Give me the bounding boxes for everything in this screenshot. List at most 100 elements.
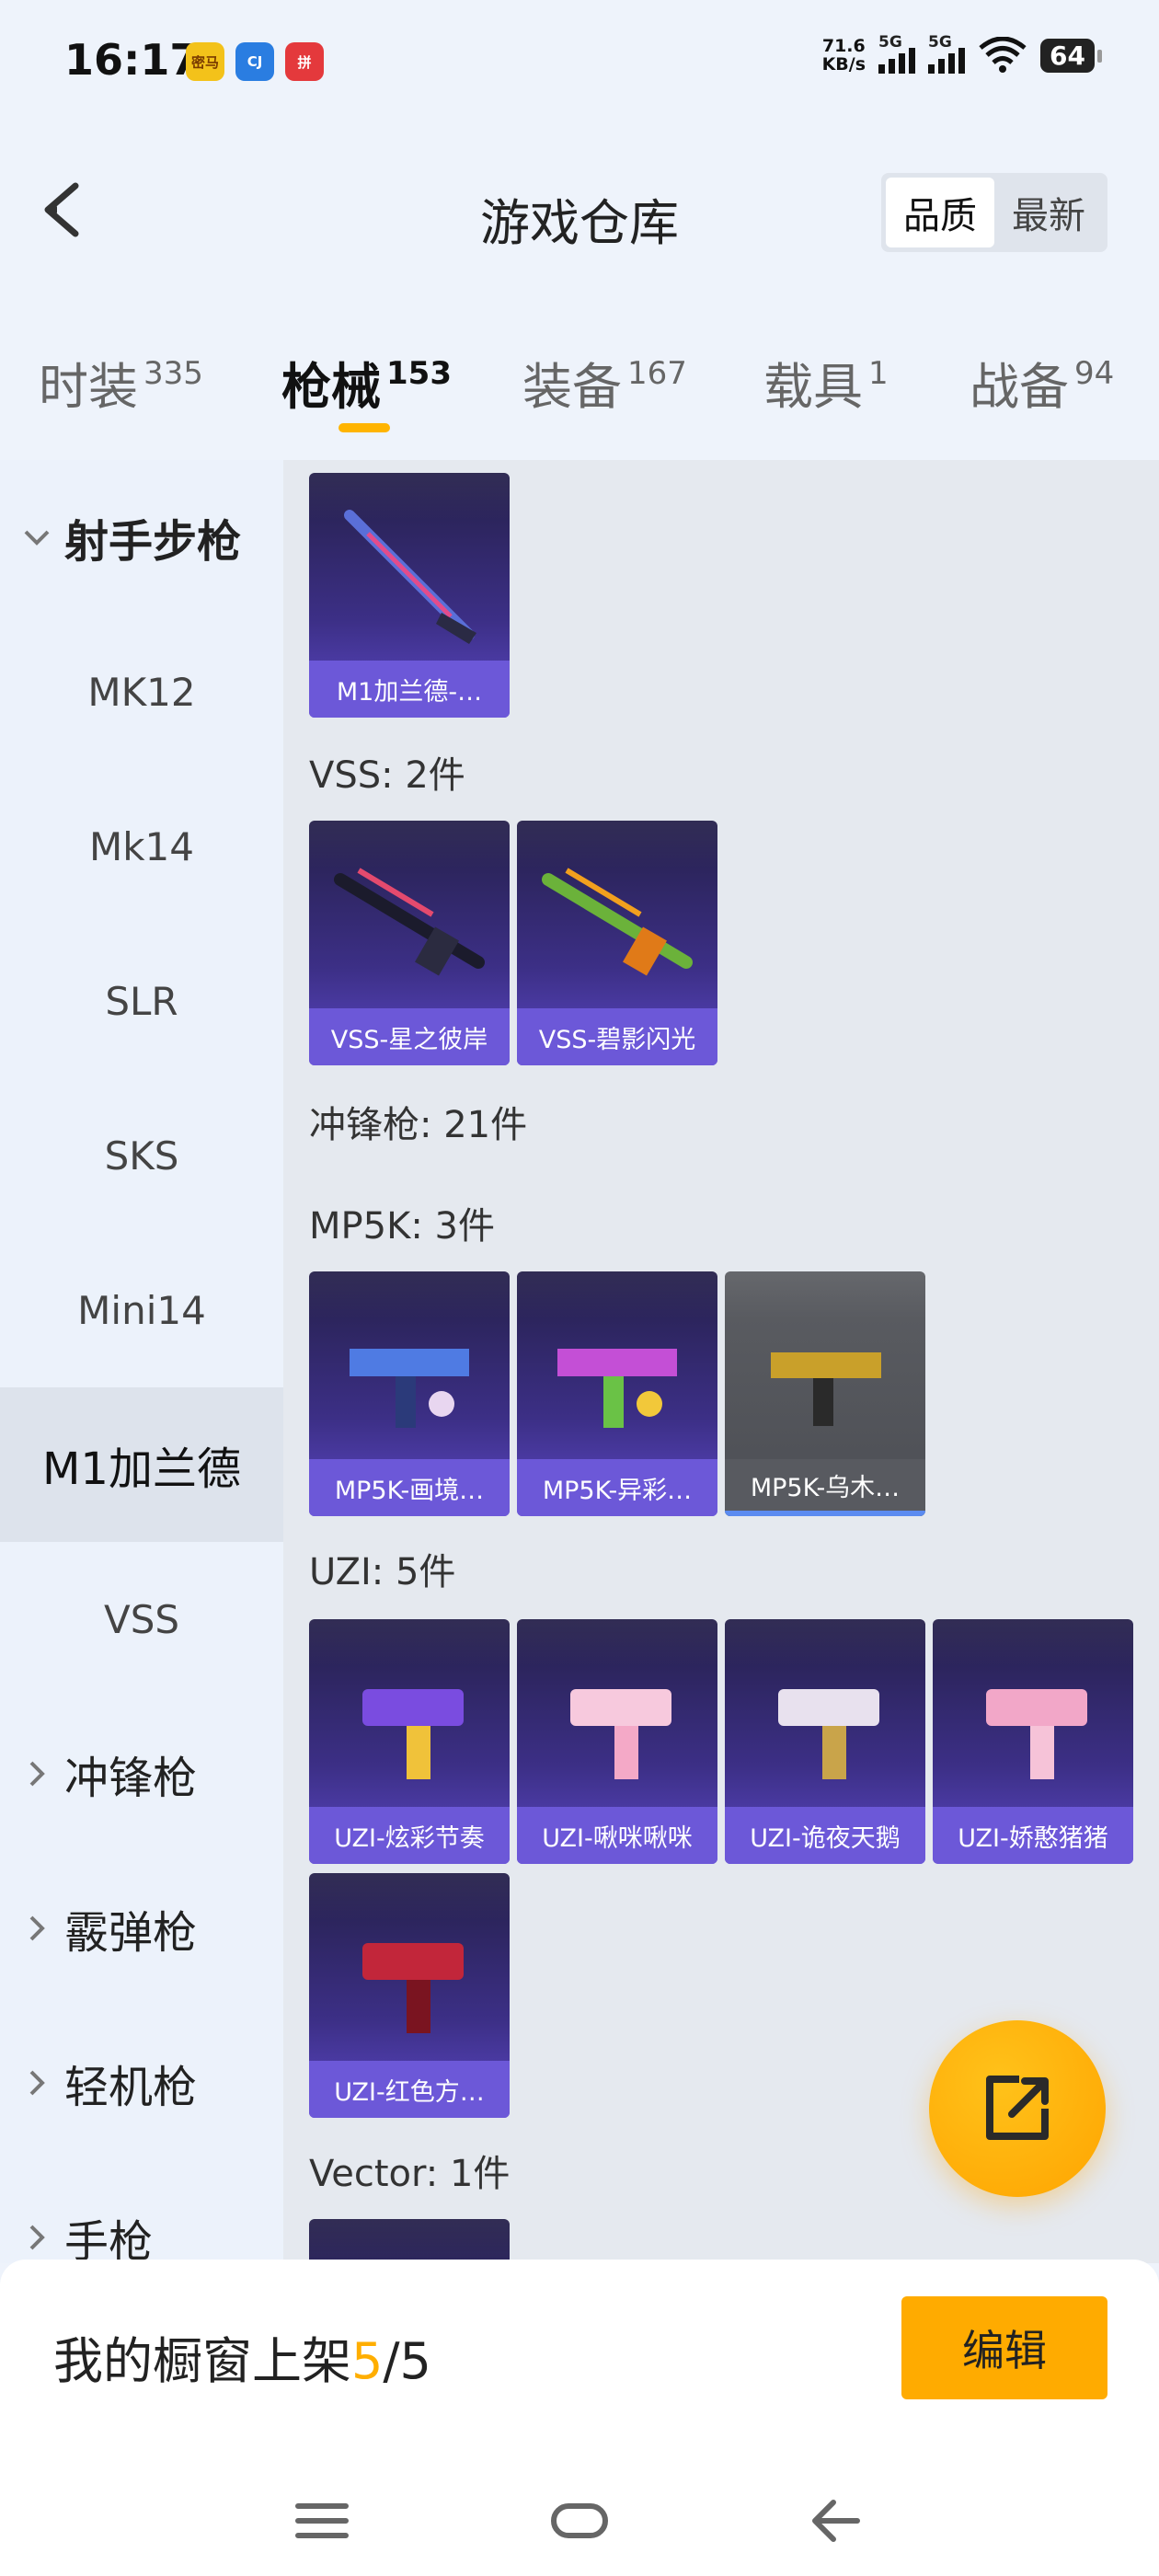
card-title: UZI-诡夜天鹅 [725, 1807, 925, 1864]
card-title: UZI-红色方… [309, 2061, 510, 2118]
sidebar-item-m1-garand[interactable]: M1加兰德 [0, 1387, 283, 1542]
signal-icon-2: 5G [928, 33, 966, 74]
weapon-sidebar: 射手步枪 MK12 Mk14 SLR SKS Mini14 M1加兰德 VSS … [0, 460, 283, 2268]
card-label: M1加兰德-… [336, 677, 483, 707]
sort-toggle: 品质 最新 [881, 173, 1107, 252]
chevron-right-icon [29, 1915, 45, 1941]
sidebar-item-mini14[interactable]: Mini14 [0, 1233, 283, 1387]
tab-count: 153 [386, 355, 452, 392]
app-header: 游戏仓库 品质 最新 [0, 156, 1159, 276]
card-label: VSS-碧影闪光 [538, 1025, 696, 1054]
weapon-card[interactable]: UZI-啾咪啾咪 [517, 1619, 717, 1864]
sidebar-group-lmg[interactable]: 轻机枪 [0, 2006, 283, 2160]
app-icon-blue: CJ [235, 42, 274, 81]
weapon-card[interactable]: UZI-诡夜天鹅 [725, 1619, 925, 1864]
shelf-label: 我的橱窗上架 [53, 2332, 351, 2390]
tab-count: 335 [143, 355, 203, 392]
signal-label: 5G [878, 33, 902, 52]
card-label: UZI-诡夜天鹅 [750, 1823, 901, 1853]
sidebar-group-shotgun[interactable]: 霰弹枪 [0, 1851, 283, 2006]
sidebar-label: 轻机枪 [64, 2062, 198, 2113]
sniper-image [542, 868, 693, 976]
section-label-vss: VSS: 2件 [309, 754, 465, 797]
sidebar-item-sks[interactable]: SKS [0, 1078, 283, 1233]
sidebar-label: 冲锋枪 [64, 1753, 198, 1804]
chevron-right-icon [29, 2225, 45, 2250]
uzi-image [986, 1689, 1087, 1779]
tab-supplies[interactable]: 战备 94 [970, 346, 1114, 419]
weapon-card[interactable]: UZI-红色方… [309, 1873, 510, 2118]
share-icon [986, 2076, 1049, 2140]
sidebar-label: 霰弹枪 [64, 1907, 198, 1959]
sidebar-item-mk14[interactable]: Mk14 [0, 769, 283, 924]
signal-icon: 5G [878, 33, 916, 74]
uzi-image [362, 1943, 464, 2033]
sort-option-newest[interactable]: 最新 [994, 178, 1103, 247]
card-title: M1加兰德-… [309, 661, 510, 718]
weapon-card[interactable]: MP5K-异彩… [517, 1271, 717, 1516]
weapon-card[interactable]: MP5K-乌木… [725, 1271, 925, 1516]
signal-label-2: 5G [928, 33, 952, 52]
tab-label: 枪械 [281, 358, 381, 416]
card-title: MP5K-画境… [309, 1459, 510, 1516]
sidebar-item-vss[interactable]: VSS [0, 1542, 283, 1696]
tab-fashion[interactable]: 时装 335 [39, 346, 203, 419]
smg-image [557, 1349, 677, 1428]
sidebar-item-slr[interactable]: SLR [0, 924, 283, 1078]
notification-icons: 密马 CJ 拼 [186, 42, 324, 81]
tab-vehicles[interactable]: 载具 1 [763, 346, 889, 419]
card-title: MP5K-乌木… [725, 1459, 925, 1516]
weapon-card[interactable]: UZI-炫彩节奏 [309, 1619, 510, 1864]
app-icon-yellow: 密马 [186, 42, 224, 81]
system-nav-bar [0, 2466, 1159, 2576]
section-label-uzi: UZI: 5件 [309, 1551, 456, 1593]
share-button[interactable] [929, 2020, 1106, 2197]
weapon-card[interactable]: MP5K-画境… [309, 1271, 510, 1516]
sidebar-item-mk12[interactable]: MK12 [0, 615, 283, 769]
sidebar-group-marksman-rifle[interactable]: 射手步枪 [0, 460, 283, 615]
section-label-mp5k: MP5K: 3件 [309, 1205, 495, 1248]
weapon-card[interactable]: M1加兰德-… [309, 473, 510, 718]
card-label: UZI-娇憨猪猪 [958, 1823, 1108, 1853]
card-label: UZI-红色方… [334, 2077, 485, 2107]
tab-label: 时装 [39, 358, 138, 416]
home-icon[interactable] [543, 2484, 616, 2558]
card-label: MP5K-乌木… [750, 1473, 901, 1502]
section-label-vector: Vector: 1件 [309, 2153, 511, 2195]
tab-equipment[interactable]: 装备 167 [522, 346, 687, 419]
network-speed: 71.6 KB/s [822, 37, 866, 74]
section-label-smg: 冲锋枪: 21件 [309, 1104, 528, 1146]
weapon-card[interactable]: VSS-星之彼岸 [309, 821, 510, 1065]
tab-count: 1 [868, 355, 889, 392]
sort-option-quality[interactable]: 品质 [886, 178, 994, 247]
tab-count: 167 [627, 355, 687, 392]
tab-guns[interactable]: 枪械 153 [281, 346, 452, 419]
tab-count: 94 [1074, 355, 1115, 392]
shelf-status: 我的橱窗上架5/5 [53, 2320, 431, 2393]
bottom-panel: 我的橱窗上架5/5 编辑 [0, 2260, 1159, 2576]
sniper-image [334, 868, 485, 976]
app-icon-red: 拼 [285, 42, 324, 81]
weapon-list: M1加兰德-… VSS: 2件 VSS-星之彼岸 VSS-碧影闪光 冲锋枪: 2… [283, 460, 1159, 2263]
edit-button[interactable]: 编辑 [901, 2296, 1107, 2399]
uzi-image [570, 1689, 671, 1779]
battery-icon: 64 [1040, 38, 1102, 73]
card-title: VSS-碧影闪光 [517, 1008, 717, 1065]
status-bar: 16:17 密马 CJ 拼 71.6 KB/s 5G 5G 64 [0, 0, 1159, 120]
back-icon[interactable] [800, 2484, 874, 2558]
smg-image [771, 1352, 881, 1426]
card-label: MP5K-异彩… [542, 1476, 693, 1505]
sidebar-label: 射手步枪 [64, 516, 242, 568]
card-title: UZI-娇憨猪猪 [933, 1807, 1133, 1864]
net-speed-unit: KB/s [821, 54, 866, 75]
card-label: VSS-星之彼岸 [330, 1025, 488, 1054]
tab-label: 战备 [970, 358, 1069, 416]
weapon-card[interactable] [309, 2219, 510, 2263]
weapon-card[interactable]: UZI-娇憨猪猪 [933, 1619, 1133, 1864]
rifle-image [344, 510, 476, 644]
sidebar-group-smg[interactable]: 冲锋枪 [0, 1696, 283, 1851]
card-label: UZI-啾咪啾咪 [542, 1823, 693, 1853]
weapon-card[interactable]: VSS-碧影闪光 [517, 821, 717, 1065]
menu-icon[interactable] [285, 2484, 359, 2558]
net-speed-value: 71.6 [821, 36, 866, 56]
